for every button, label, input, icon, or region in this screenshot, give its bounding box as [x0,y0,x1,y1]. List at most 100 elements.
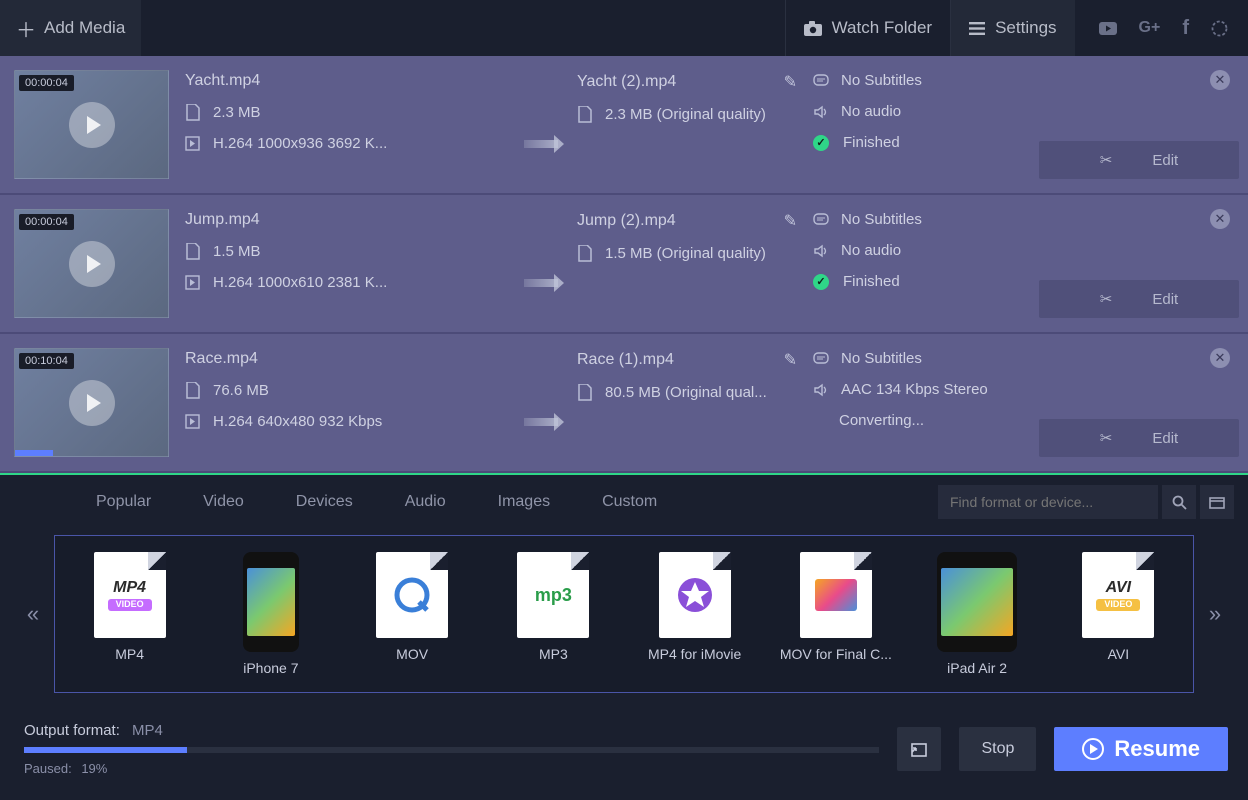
add-media-button[interactable]: ＋ Add Media [0,0,141,56]
stop-button[interactable]: Stop [959,727,1036,771]
video-thumbnail[interactable]: 00:10:04 [14,348,169,457]
subtitles-line: No Subtitles [813,72,1023,89]
rename-icon[interactable]: ✎ [784,211,797,231]
format-preset[interactable]: MOV [348,546,477,682]
format-preset[interactable]: MP4VIDEO MP4 [65,546,194,682]
file-format-icon: MP4VIDEO [94,552,166,638]
format-preset[interactable]: MOV for Final C... [771,546,900,682]
scissors-icon: ✂ [1100,429,1113,447]
row-icon [185,104,203,121]
scissors-icon: ✂ [1100,290,1113,308]
source-codec: H.264 1000x936 3692 K... [185,135,505,152]
format-label: MOV for Final C... [780,646,892,662]
file-format-icon [800,552,872,638]
row-icon [185,275,203,290]
target-size: 80.5 MB (Original qual... [577,384,797,401]
format-preset[interactable]: iPhone 7 [206,546,335,682]
check-icon: ✓ [813,135,829,151]
device-icon [937,552,1017,652]
format-tab[interactable]: Images [472,485,576,519]
play-icon [1082,738,1104,760]
row-icon [577,106,595,123]
format-tab[interactable]: Popular [70,485,177,519]
format-search[interactable] [938,485,1158,519]
format-preset[interactable]: mp3 MP3 [489,546,618,682]
plus-icon: ＋ [16,14,36,43]
duration-badge: 00:00:04 [19,75,74,91]
carousel-prev[interactable]: « [12,535,54,693]
video-thumbnail[interactable]: 00:00:04 [14,70,169,179]
format-tab[interactable]: Video [177,485,270,519]
format-label: MP3 [539,646,568,662]
formats-section: PopularVideoDevicesAudioImagesCustom « M… [0,473,1248,705]
audio-line: No audio [813,242,1023,259]
bottombar: Output format: MP4 Paused: 19% Stop Resu… [0,705,1248,793]
googleplus-icon[interactable]: G+ [1139,19,1161,37]
source-filename: Yacht.mp4 [185,72,505,90]
output-folder-button[interactable] [897,727,941,771]
format-tab[interactable]: Custom [576,485,683,519]
format-label: MP4 for iMovie [648,646,741,662]
format-search-input[interactable] [950,494,1146,510]
file-format-icon: AVIVIDEO [1082,552,1154,638]
row-icon [185,382,203,399]
row-icon [813,105,831,119]
resume-label: Resume [1114,736,1200,762]
format-grid: MP4VIDEO MP4 iPhone 7 MOV mp3 MP3 MP4 fo… [54,535,1194,693]
search-button[interactable] [1162,485,1196,519]
youtube-icon[interactable] [1099,22,1117,35]
spacer [141,0,784,56]
rename-icon[interactable]: ✎ [784,350,797,370]
format-preset[interactable]: AVIVIDEO AVI [1054,546,1183,682]
settings-button[interactable]: Settings [950,0,1074,56]
expand-formats-button[interactable] [1200,485,1234,519]
paused-percent: 19% [81,761,107,776]
format-tabs: PopularVideoDevicesAudioImagesCustom [0,475,1248,529]
paused-label: Paused: [24,761,72,776]
audio-line: AAC 134 Kbps Stereo [813,381,1023,398]
carousel-next[interactable]: » [1194,535,1236,693]
video-thumbnail[interactable]: 00:00:04 [14,209,169,318]
play-icon [69,241,115,287]
watch-folder-button[interactable]: Watch Folder [785,0,950,56]
row-icon [185,136,203,151]
edit-button[interactable]: ✂ Edit [1039,141,1239,179]
format-preset[interactable]: iPad Air 2 [913,546,1042,682]
source-size: 76.6 MB [185,382,505,399]
subtitles-line: No Subtitles [813,350,1023,367]
format-tab[interactable]: Audio [379,485,472,519]
remove-button[interactable]: ✕ [1210,209,1230,229]
status-line: ✓Finished [813,134,1023,151]
resume-button[interactable]: Resume [1054,727,1228,771]
format-tab[interactable]: Devices [270,485,379,519]
target-size: 1.5 MB (Original quality) [577,245,797,262]
format-label: MP4 [115,646,144,662]
check-icon: ✓ [813,274,829,290]
facebook-icon[interactable]: f [1182,17,1189,40]
status-line: ✓Finished [813,273,1023,290]
add-media-label: Add Media [44,18,125,38]
conversion-progressbar-fill [24,747,187,753]
format-label: AVI [1108,646,1130,662]
output-info: Output format: MP4 Paused: 19% [24,722,879,776]
help-icon[interactable] [1211,20,1228,37]
remove-button[interactable]: ✕ [1210,70,1230,90]
social-icons: G+ f [1075,0,1248,56]
remove-button[interactable]: ✕ [1210,348,1230,368]
target-size: 2.3 MB (Original quality) [577,106,797,123]
row-icon [813,74,831,88]
output-format-label: Output format: [24,722,120,739]
target-filename: Yacht (2).mp4✎ [577,72,797,92]
rename-icon[interactable]: ✎ [784,72,797,92]
format-preset[interactable]: MP4 for iMovie [630,546,759,682]
format-label: iPad Air 2 [947,660,1007,676]
edit-button[interactable]: ✂ Edit [1039,419,1239,457]
play-icon [69,380,115,426]
edit-label: Edit [1152,152,1178,169]
edit-button[interactable]: ✂ Edit [1039,280,1239,318]
source-filename: Race.mp4 [185,350,505,368]
edit-label: Edit [1152,291,1178,308]
thumb-progress [15,450,53,456]
settings-label: Settings [995,18,1056,38]
source-size: 1.5 MB [185,243,505,260]
